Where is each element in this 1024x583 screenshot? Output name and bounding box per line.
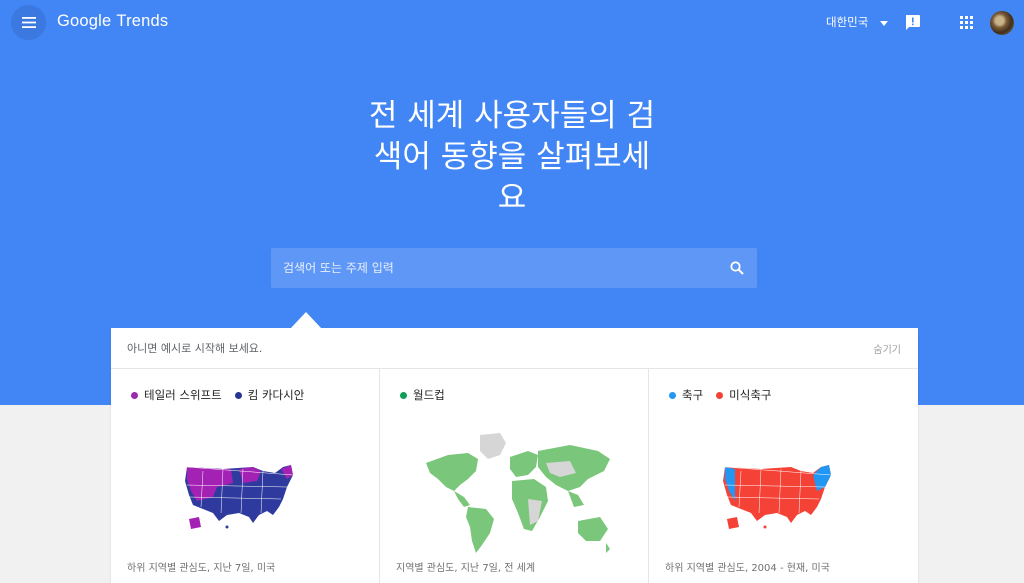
region-label: 대한민국: [826, 15, 869, 29]
region-selector[interactable]: 대한민국: [826, 14, 889, 30]
logo-google-text: Google: [57, 12, 112, 30]
hero-headline-line3: 요: [497, 180, 527, 216]
hero-headline: 전 세계 사용자들의 검 색어 동향을 살펴보세 요: [352, 96, 672, 219]
legend-dot: [400, 391, 407, 399]
example-card-soccer-vs-football[interactable]: 축구 미식축구 하위 지역별 관심도, 2004 - 현재, 미국: [649, 369, 918, 583]
examples-panel: 아니면 예시로 시작해 보세요. 숨기기 테일러 스위프트 킴 카다시안 하위 …: [111, 328, 918, 583]
hero-headline-line2: 색어 동향을 살펴보세: [373, 139, 651, 175]
google-trends-logo[interactable]: Google Trends: [57, 12, 168, 31]
legend-label: 월드컵: [413, 388, 445, 402]
world-map-icon: [426, 433, 610, 553]
legend-dot: [131, 391, 138, 399]
legend-item: 월드컵: [400, 387, 445, 403]
chevron-down-icon: [880, 20, 889, 26]
card-caption: 하위 지역별 관심도, 2004 - 현재, 미국: [665, 563, 830, 574]
panel-pointer-arrow: [290, 312, 322, 329]
example-card-taylor-vs-kim[interactable]: 테일러 스위프트 킴 카다시안 하위 지역별 관심도, 지난 7일, 미국: [111, 369, 380, 583]
card-legend: 테일러 스위프트 킴 카다시안: [131, 387, 304, 403]
examples-title: 아니면 예시로 시작해 보세요.: [127, 342, 263, 355]
card-caption: 하위 지역별 관심도, 지난 7일, 미국: [127, 563, 276, 574]
menu-button[interactable]: [11, 5, 46, 40]
legend-item: 축구: [669, 387, 703, 403]
example-cards: 테일러 스위프트 킴 카다시안 하위 지역별 관심도, 지난 7일, 미국 월드…: [111, 369, 918, 583]
search-icon: [730, 261, 744, 275]
hide-examples-button[interactable]: 숨기기: [873, 341, 901, 356]
us-map-icon: [723, 465, 832, 529]
card-legend: 축구 미식축구: [669, 387, 772, 403]
search-button[interactable]: [717, 248, 757, 288]
feedback-icon[interactable]: [904, 14, 921, 31]
card-legend: 월드컵: [400, 387, 445, 403]
legend-label: 미식축구: [729, 388, 772, 402]
search-input[interactable]: [271, 248, 717, 288]
top-bar: Google Trends 대한민국: [0, 0, 1024, 46]
examples-panel-header: 아니면 예시로 시작해 보세요. 숨기기: [111, 328, 918, 369]
us-map-icon: [185, 465, 294, 529]
legend-dot: [716, 391, 724, 399]
legend-label: 축구: [682, 388, 704, 402]
example-card-world-cup[interactable]: 월드컵 지역별 관심도, 지난 7일, 전 세계: [380, 369, 649, 583]
legend-label: 테일러 스위프트: [144, 388, 222, 402]
logo-trends-text: Trends: [116, 12, 169, 30]
legend-item: 미식축구: [716, 387, 772, 403]
hero-headline-line1: 전 세계 사용자들의 검: [368, 98, 656, 134]
hamburger-menu-icon: [21, 17, 36, 28]
search-box[interactable]: [271, 248, 757, 288]
legend-dot: [669, 391, 676, 399]
account-avatar[interactable]: [990, 11, 1014, 35]
legend-item: 테일러 스위프트: [131, 387, 222, 403]
card-caption: 지역별 관심도, 지난 7일, 전 세계: [396, 563, 536, 574]
legend-label: 킴 카다시안: [247, 388, 305, 402]
legend-dot: [234, 391, 242, 399]
apps-grid-icon[interactable]: [960, 16, 973, 29]
legend-item: 킴 카다시안: [234, 387, 305, 403]
